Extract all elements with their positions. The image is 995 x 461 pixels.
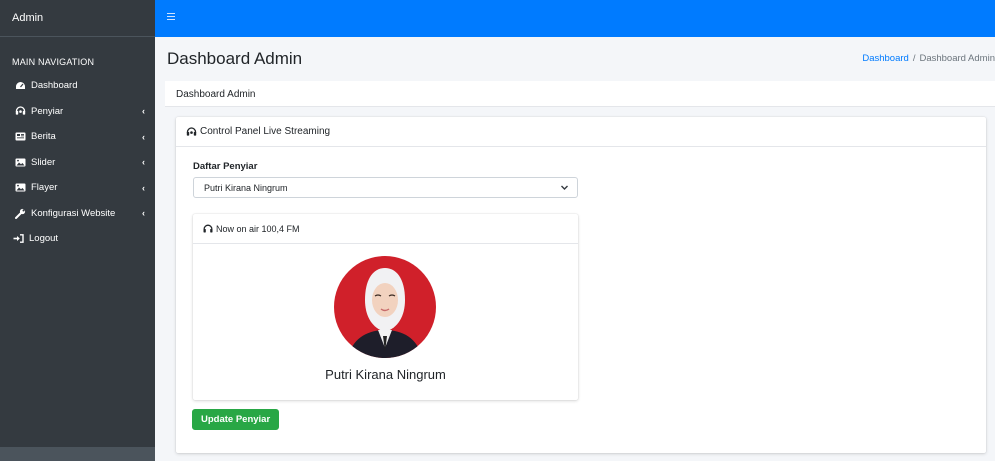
sidebar-item-label: Dashboard	[31, 80, 78, 92]
sidebar-item-label: Berita	[31, 131, 56, 143]
penyiar-label: Daftar Penyiar	[193, 161, 258, 172]
headset-icon	[186, 126, 197, 137]
chevron-left-icon: ‹	[142, 208, 145, 219]
chevron-down-icon	[560, 183, 569, 194]
chevron-left-icon: ‹	[142, 131, 145, 142]
bars-icon[interactable]	[167, 9, 175, 23]
top-navbar	[155, 0, 995, 37]
sidebar: Admin MAIN NAVIGATION Dashboard Penyiar …	[0, 0, 155, 461]
wrench-icon	[14, 208, 26, 219]
content-header: Dashboard Admin Dashboard / Dashboard Admi…	[155, 37, 995, 77]
breadcrumb-link-dashboard[interactable]: Dashboard	[862, 53, 908, 64]
sidebar-item-label: Konfigurasi Website	[31, 207, 116, 219]
headphones-icon	[203, 224, 213, 233]
breadcrumb: Dashboard / Dashboard Admin	[862, 53, 995, 64]
sidebar-item-flayer[interactable]: Flayer ‹	[0, 175, 155, 201]
now-on-air-card: Now on air 100,4 FM Putri Kirana Ningrum	[193, 214, 578, 400]
breadcrumb-separator: /	[912, 53, 916, 64]
control-panel-card: Control Panel Live Streaming Daftar Peny…	[176, 117, 986, 453]
image-icon	[14, 157, 26, 167]
sidebar-item-logout[interactable]: Logout	[0, 226, 155, 252]
breadcrumb-current: Dashboard Admin	[919, 53, 995, 64]
now-on-air-text: Now on air 100,4 FM	[216, 223, 300, 234]
sidebar-item-konfigurasi-website[interactable]: Konfigurasi Website ‹	[0, 201, 155, 227]
sidebar-item-label: Penyiar	[31, 105, 64, 117]
subheader-title: Dashboard Admin	[176, 89, 256, 100]
penyiar-name: Putri Kirana Ningrum	[325, 367, 446, 382]
sidebar-item-berita[interactable]: Berita ‹	[0, 124, 155, 150]
sidebar-item-dashboard[interactable]: Dashboard	[0, 73, 155, 99]
headset-icon	[14, 106, 26, 116]
update-penyiar-button[interactable]: Update Penyiar	[192, 409, 280, 430]
tachometer-icon	[14, 81, 26, 91]
sign-out-icon	[12, 234, 24, 244]
brand-text: Admin	[12, 12, 44, 24]
nav-header: MAIN NAVIGATION	[12, 57, 95, 67]
chevron-left-icon: ‹	[142, 182, 145, 193]
chevron-left-icon: ‹	[142, 106, 145, 117]
newspaper-icon	[14, 132, 26, 142]
sidebar-item-label: Slider	[31, 156, 56, 168]
now-on-air-header: Now on air 100,4 FM	[193, 214, 578, 244]
sidebar-item-label: Flayer	[31, 182, 58, 194]
penyiar-avatar	[334, 256, 436, 358]
card-header: Control Panel Live Streaming	[176, 117, 986, 147]
penyiar-select[interactable]: Putri Kirana Ningrum	[193, 177, 578, 198]
sidebar-item-penyiar[interactable]: Penyiar ‹	[0, 99, 155, 125]
page-title: Dashboard Admin	[167, 49, 303, 68]
sidebar-footer	[0, 447, 155, 461]
penyiar-select-value: Putri Kirana Ningrum	[204, 182, 288, 193]
sidebar-item-slider[interactable]: Slider ‹	[0, 150, 155, 176]
subheader: Dashboard Admin	[165, 81, 995, 107]
chevron-left-icon: ‹	[142, 157, 145, 168]
sidebar-item-label: Logout	[29, 233, 59, 245]
image-icon	[14, 183, 26, 193]
card-title: Control Panel Live Streaming	[200, 126, 331, 137]
brand[interactable]: Admin	[0, 0, 155, 37]
